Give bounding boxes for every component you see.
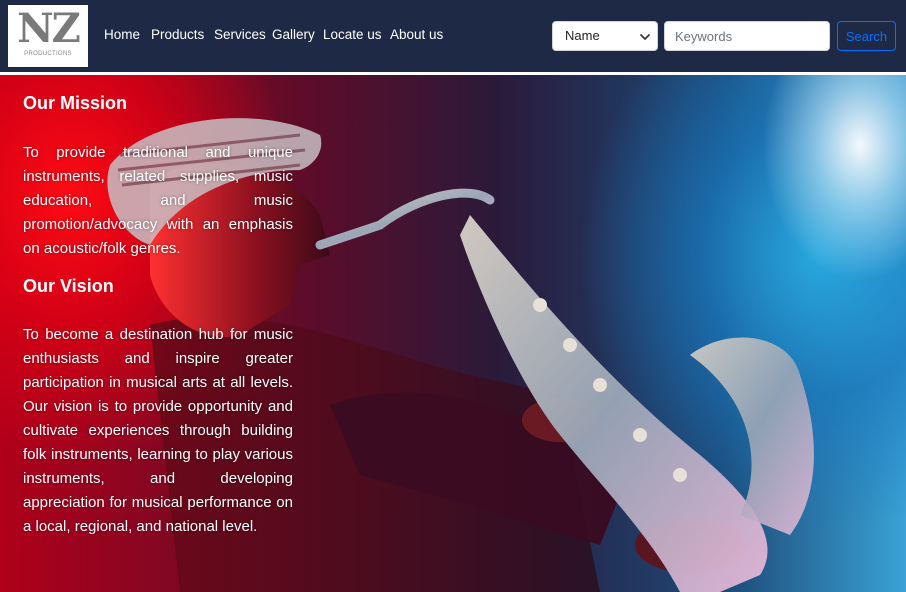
nav-link-about-us[interactable]: About us [390, 27, 443, 42]
nav-link-home[interactable]: Home [104, 27, 140, 42]
mission-text: To provide traditional and unique instru… [23, 144, 293, 257]
nav-link-services[interactable]: Services [214, 27, 266, 42]
select-value: Name [565, 28, 600, 43]
nav-link-locate-us[interactable]: Locate us [323, 27, 382, 42]
vision-text: To become a destination hub for music en… [23, 326, 293, 535]
hero-section: Our Mission To provide traditional and u… [0, 75, 906, 592]
search-button[interactable]: Search [837, 21, 896, 51]
logo-subtext: PRODUCTIONS [24, 51, 72, 57]
logo-text: NZ [17, 5, 81, 52]
vision-heading: Our Vision [23, 276, 114, 296]
search-input[interactable] [664, 21, 830, 51]
chevron-down-icon [640, 34, 650, 40]
mission-heading: Our Mission [23, 93, 128, 113]
search-field-select[interactable]: Name [552, 21, 658, 51]
nav-link-products[interactable]: Products [151, 27, 204, 42]
nav-link-gallery[interactable]: Gallery [272, 27, 315, 42]
brand-logo[interactable]: NZ PRODUCTIONS [8, 5, 88, 67]
navbar: NZ PRODUCTIONS Home Products Services Ga… [0, 0, 906, 75]
